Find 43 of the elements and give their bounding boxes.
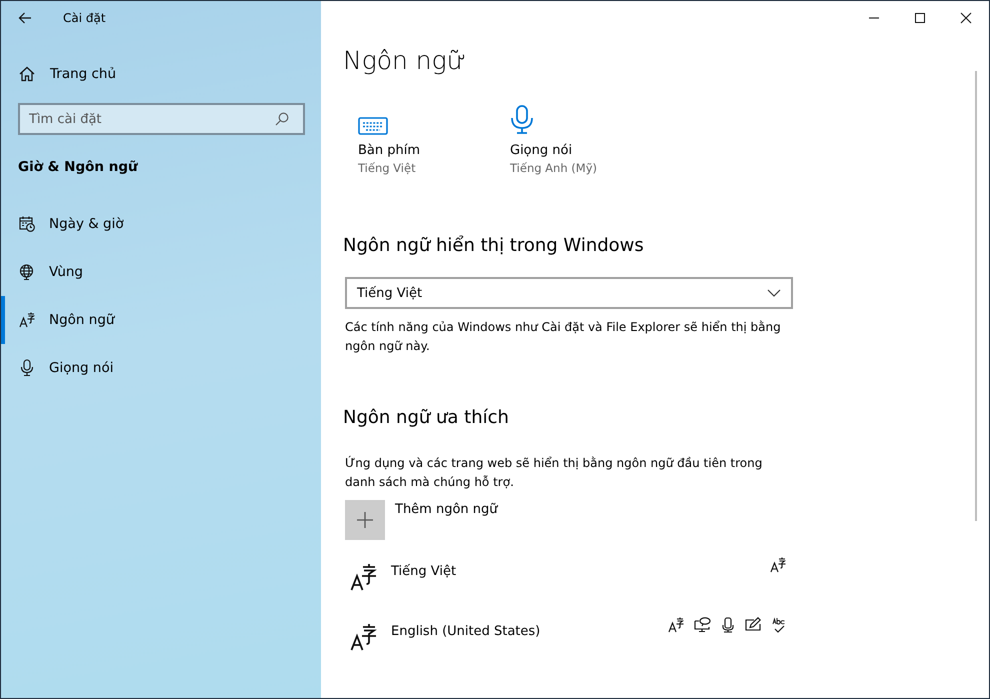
dropdown-value: Tiếng Việt	[357, 286, 422, 300]
language-name[interactable]: Tiếng Việt	[391, 564, 770, 579]
nav-item[interactable]: Vùng	[1, 248, 321, 296]
section-heading: Ngôn ngữ hiển thị trong Windows	[343, 234, 645, 258]
pen-box-icon	[745, 617, 762, 631]
back-arrow-icon[interactable]	[18, 12, 32, 24]
maximize-icon[interactable]	[914, 12, 926, 24]
language-icon[interactable]	[350, 563, 378, 591]
nav-item[interactable]: Ngày & giờ	[1, 200, 321, 248]
microphone-icon	[19, 359, 35, 377]
chevron-down-icon	[767, 289, 781, 297]
home-link[interactable]: Trang chủ	[19, 58, 321, 90]
search-icon	[275, 112, 289, 126]
language-icon	[668, 617, 684, 633]
home-icon	[19, 66, 35, 82]
close-icon[interactable]	[960, 12, 972, 24]
spell-check-icon	[772, 617, 786, 634]
microphone-icon	[721, 617, 735, 633]
tile-value: Tiếng Việt	[358, 161, 417, 175]
tile-label[interactable]: Bàn phím	[358, 143, 510, 158]
tile-label[interactable]: Giọng nói	[510, 143, 662, 158]
microphone-icon[interactable]	[510, 105, 534, 135]
scrollbar[interactable]	[975, 71, 977, 521]
language-dropdown[interactable]: Tiếng Việt	[345, 277, 793, 309]
calendar-clock-icon	[19, 216, 35, 232]
section-title: Giờ & Ngôn ngữ	[18, 158, 139, 177]
add-language-link[interactable]: Thêm ngôn ngữ	[395, 502, 498, 517]
tile-value: Tiếng Anh (Mỹ)	[510, 161, 598, 175]
globe-icon	[19, 264, 35, 280]
page-title: Ngôn ngữ	[343, 45, 468, 77]
language-icon	[19, 312, 35, 328]
window-title: Cài đặt	[63, 11, 106, 25]
description: Các tính năng của Windows như Cài đặt và File Explorer sẽ hiển thị bằng ngôn ngữ này.	[345, 319, 782, 355]
keyboard-icon[interactable]	[358, 117, 388, 135]
language-icon	[770, 557, 786, 573]
search-field[interactable]: Tìm cài đặt	[18, 103, 305, 135]
description: Ứng dụng và các trang web sẽ hiển thị bằng ngôn ngữ đầu tiên trong danh sách mà chúng hỗ trợ.	[345, 454, 764, 491]
nav-item[interactable]: Giọng nói	[1, 344, 321, 392]
speech-monitor-icon	[694, 617, 711, 633]
language-icon[interactable]	[350, 623, 378, 651]
language-name[interactable]: English (United States)	[391, 624, 668, 639]
nav-item[interactable]: Ngôn ngữ	[1, 296, 321, 344]
section-heading: Ngôn ngữ ưa thích	[343, 406, 510, 430]
